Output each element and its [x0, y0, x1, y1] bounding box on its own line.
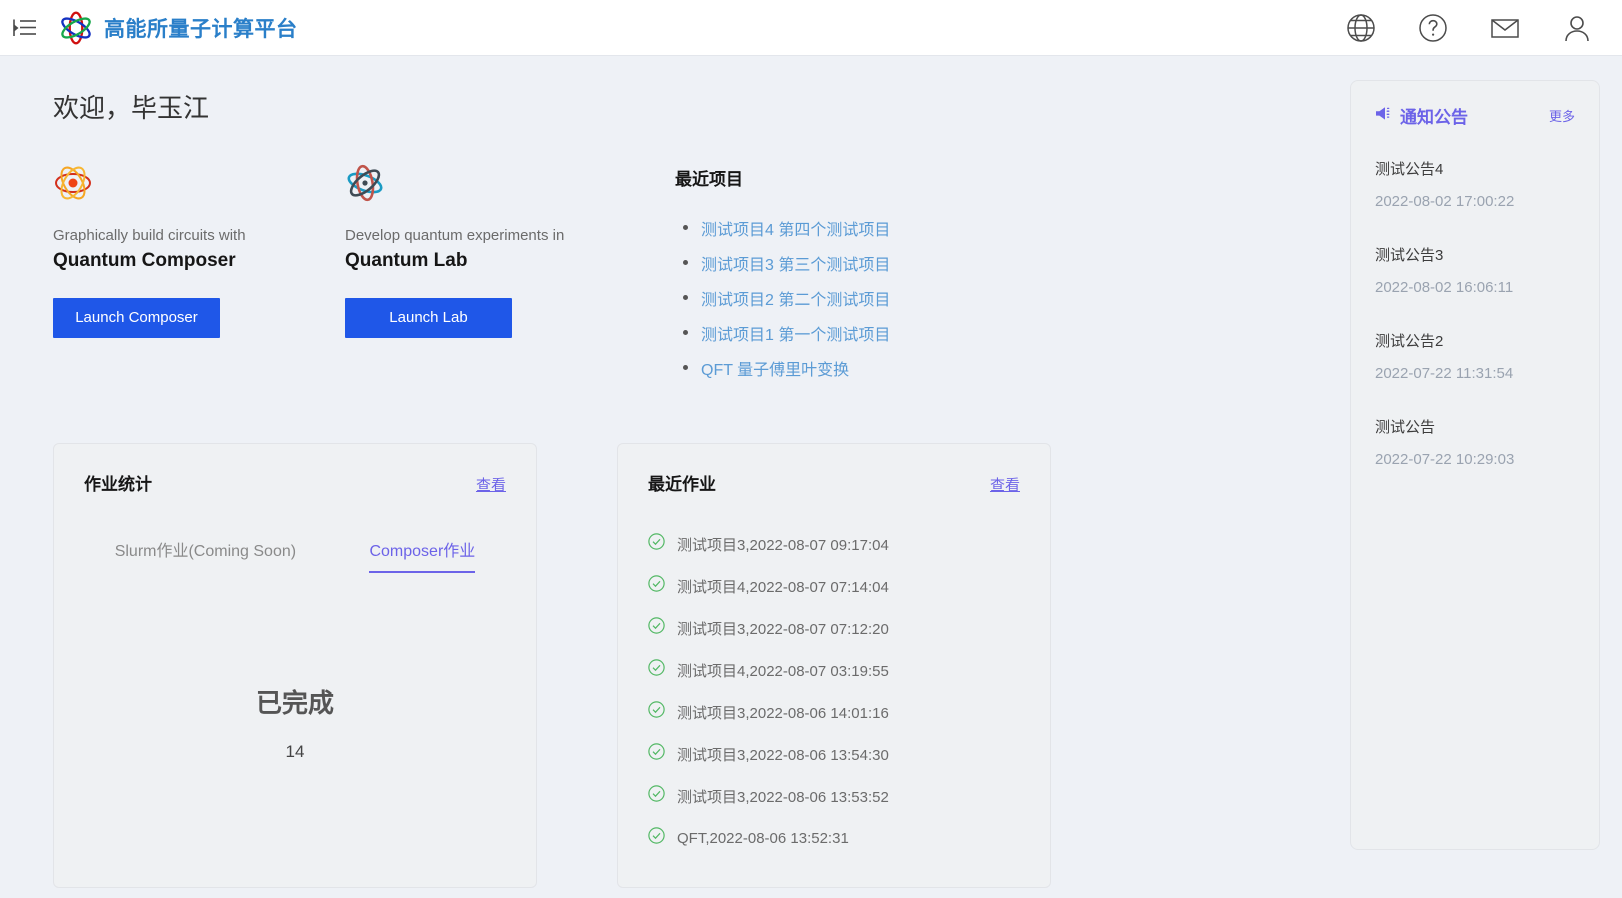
help-icon[interactable]	[1416, 11, 1450, 45]
job-text: 测试项目3,2022-08-06 13:54:30	[677, 746, 889, 764]
notice-time: 2022-08-02 17:00:22	[1375, 193, 1515, 210]
app-title: 高能所量子计算平台	[104, 17, 298, 41]
notice-header: 通知公告 更多	[1375, 103, 1575, 128]
recent-jobs-list: 测试项目3,2022-08-07 09:17:04 测试项目4,2022-08-…	[618, 533, 1050, 849]
job-text: QFT,2022-08-06 13:52:31	[677, 829, 849, 847]
recent-jobs-title: 最近作业	[648, 475, 716, 494]
check-circle-icon	[648, 827, 665, 849]
list-item[interactable]: 测试项目3,2022-08-06 13:53:52	[648, 785, 1050, 807]
dashboard-cards: 作业统计 查看 Slurm作业(Coming Soon) Composer作业 …	[53, 443, 1332, 888]
job-text: 测试项目4,2022-08-07 03:19:55	[677, 662, 889, 680]
atom-orange-icon	[53, 163, 345, 203]
app-header: 高能所量子计算平台	[0, 0, 1622, 56]
stat-value: 14	[285, 742, 305, 761]
project-link[interactable]: 测试项目3 第三个测试项目	[701, 257, 890, 274]
project-link[interactable]: 测试项目1 第一个测试项目	[701, 327, 890, 344]
launch-card-composer: Graphically build circuits with Quantum …	[53, 163, 345, 338]
recent-jobs-view-link[interactable]: 查看	[990, 474, 1020, 495]
job-stats-view-link[interactable]: 查看	[476, 474, 506, 495]
list-item[interactable]: 测试项目3,2022-08-07 09:17:04	[648, 533, 1050, 555]
user-icon[interactable]	[1560, 11, 1594, 45]
welcome-heading: 欢迎，毕玉江	[53, 93, 210, 123]
job-stats-summary: 已完成 14	[54, 683, 536, 762]
header-icon-group	[1344, 11, 1594, 45]
check-circle-icon	[648, 743, 665, 765]
list-item[interactable]: 测试项目3,2022-08-07 07:12:20	[648, 617, 1050, 639]
launch-product-name: Quantum Lab	[345, 249, 468, 271]
recent-jobs-card: 最近作业 查看 测试项目3,2022-08-07 09:17:04 测试项目4,…	[617, 443, 1051, 888]
launch-cards: Graphically build circuits with Quantum …	[53, 163, 637, 338]
job-stats-card: 作业统计 查看 Slurm作业(Coming Soon) Composer作业 …	[53, 443, 537, 888]
atom-blue-icon	[345, 163, 637, 203]
globe-icon[interactable]	[1344, 11, 1378, 45]
list-item[interactable]: 测试项目4,2022-08-07 07:14:04	[648, 575, 1050, 597]
launch-product-name: Quantum Composer	[53, 249, 236, 271]
notice-name: 测试公告2	[1375, 333, 1444, 350]
list-item[interactable]: 测试公告 2022-07-22 10:29:03	[1375, 416, 1575, 468]
list-item: QFT 量子傅里叶变换	[675, 356, 890, 380]
list-item[interactable]: 测试项目3,2022-08-06 14:01:16	[648, 701, 1050, 723]
recent-jobs-header: 最近作业 查看	[618, 444, 1050, 495]
stat-label: 已完成	[255, 688, 334, 718]
notice-title: 通知公告	[1400, 108, 1468, 127]
page-body: 欢迎，毕玉江 Graphically build circuits with Q…	[0, 56, 1622, 898]
notice-time: 2022-07-22 10:29:03	[1375, 451, 1515, 468]
side-column: 通知公告 更多 测试公告4 2022-08-02 17:00:22 测试公告3 …	[1332, 56, 1622, 898]
menu-collapse-icon[interactable]	[8, 11, 42, 45]
launch-subtitle: Graphically build circuits with	[53, 227, 246, 244]
project-link[interactable]: QFT 量子傅里叶变换	[701, 362, 849, 379]
job-text: 测试项目4,2022-08-07 07:14:04	[677, 578, 889, 596]
notice-time: 2022-08-02 16:06:11	[1375, 279, 1514, 296]
notice-name: 测试公告4	[1375, 161, 1444, 178]
check-circle-icon	[648, 701, 665, 723]
recent-projects-list: 测试项目4 第四个测试项目 测试项目3 第三个测试项目 测试项目2 第二个测试项…	[675, 216, 890, 380]
project-link[interactable]: 测试项目4 第四个测试项目	[701, 222, 890, 239]
job-text: 测试项目3,2022-08-07 07:12:20	[677, 620, 889, 638]
recent-projects-section: 最近项目 测试项目4 第四个测试项目 测试项目3 第三个测试项目 测试项目2 第…	[675, 163, 890, 391]
notice-panel: 通知公告 更多 测试公告4 2022-08-02 17:00:22 测试公告3 …	[1350, 80, 1600, 850]
notice-header-left: 通知公告	[1375, 103, 1468, 128]
list-item[interactable]: 测试公告4 2022-08-02 17:00:22	[1375, 158, 1575, 210]
notice-list: 测试公告4 2022-08-02 17:00:22 测试公告3 2022-08-…	[1375, 158, 1575, 468]
list-item[interactable]: 测试项目3,2022-08-06 13:54:30	[648, 743, 1050, 765]
atom-logo-icon	[58, 10, 94, 46]
check-circle-icon	[648, 659, 665, 681]
job-stats-header: 作业统计 查看	[54, 444, 536, 495]
launch-subtitle: Develop quantum experiments in	[345, 227, 565, 244]
main-column: 欢迎，毕玉江 Graphically build circuits with Q…	[0, 56, 1332, 898]
notice-more-link[interactable]: 更多	[1549, 106, 1575, 125]
launch-lab-button[interactable]: Launch Lab	[345, 297, 512, 338]
list-item: 测试项目2 第二个测试项目	[675, 286, 890, 310]
notice-name: 测试公告3	[1375, 247, 1444, 264]
check-circle-icon	[648, 575, 665, 597]
app-root: 高能所量子计算平台 欢迎，毕玉江 Graphically build circu…	[0, 0, 1622, 898]
brand[interactable]: 高能所量子计算平台	[58, 10, 298, 46]
notice-name: 测试公告	[1375, 419, 1436, 436]
job-text: 测试项目3,2022-08-07 09:17:04	[677, 536, 889, 554]
notice-time: 2022-07-22 11:31:54	[1375, 365, 1514, 382]
job-text: 测试项目3,2022-08-06 13:53:52	[677, 788, 889, 806]
check-circle-icon	[648, 533, 665, 555]
launch-card-lab: Develop quantum experiments in Quantum L…	[345, 163, 637, 338]
list-item[interactable]: 测试公告3 2022-08-02 16:06:11	[1375, 244, 1575, 296]
megaphone-icon	[1375, 105, 1394, 127]
list-item[interactable]: 测试项目4,2022-08-07 03:19:55	[648, 659, 1050, 681]
project-link[interactable]: 测试项目2 第二个测试项目	[701, 292, 890, 309]
check-circle-icon	[648, 617, 665, 639]
mail-icon[interactable]	[1488, 11, 1522, 45]
tab-slurm-jobs[interactable]: Slurm作业(Coming Soon)	[115, 537, 296, 573]
job-stats-title: 作业统计	[84, 475, 152, 494]
tab-composer-jobs[interactable]: Composer作业	[369, 537, 476, 573]
launch-composer-button[interactable]: Launch Composer	[53, 297, 220, 338]
list-item[interactable]: QFT,2022-08-06 13:52:31	[648, 827, 1050, 849]
list-item[interactable]: 测试公告2 2022-07-22 11:31:54	[1375, 330, 1575, 382]
check-circle-icon	[648, 785, 665, 807]
job-text: 测试项目3,2022-08-06 14:01:16	[677, 704, 889, 722]
list-item: 测试项目4 第四个测试项目	[675, 216, 890, 240]
list-item: 测试项目1 第一个测试项目	[675, 321, 890, 345]
job-stats-tabs: Slurm作业(Coming Soon) Composer作业	[54, 537, 536, 573]
list-item: 测试项目3 第三个测试项目	[675, 251, 890, 275]
recent-projects-title: 最近项目	[675, 170, 743, 189]
